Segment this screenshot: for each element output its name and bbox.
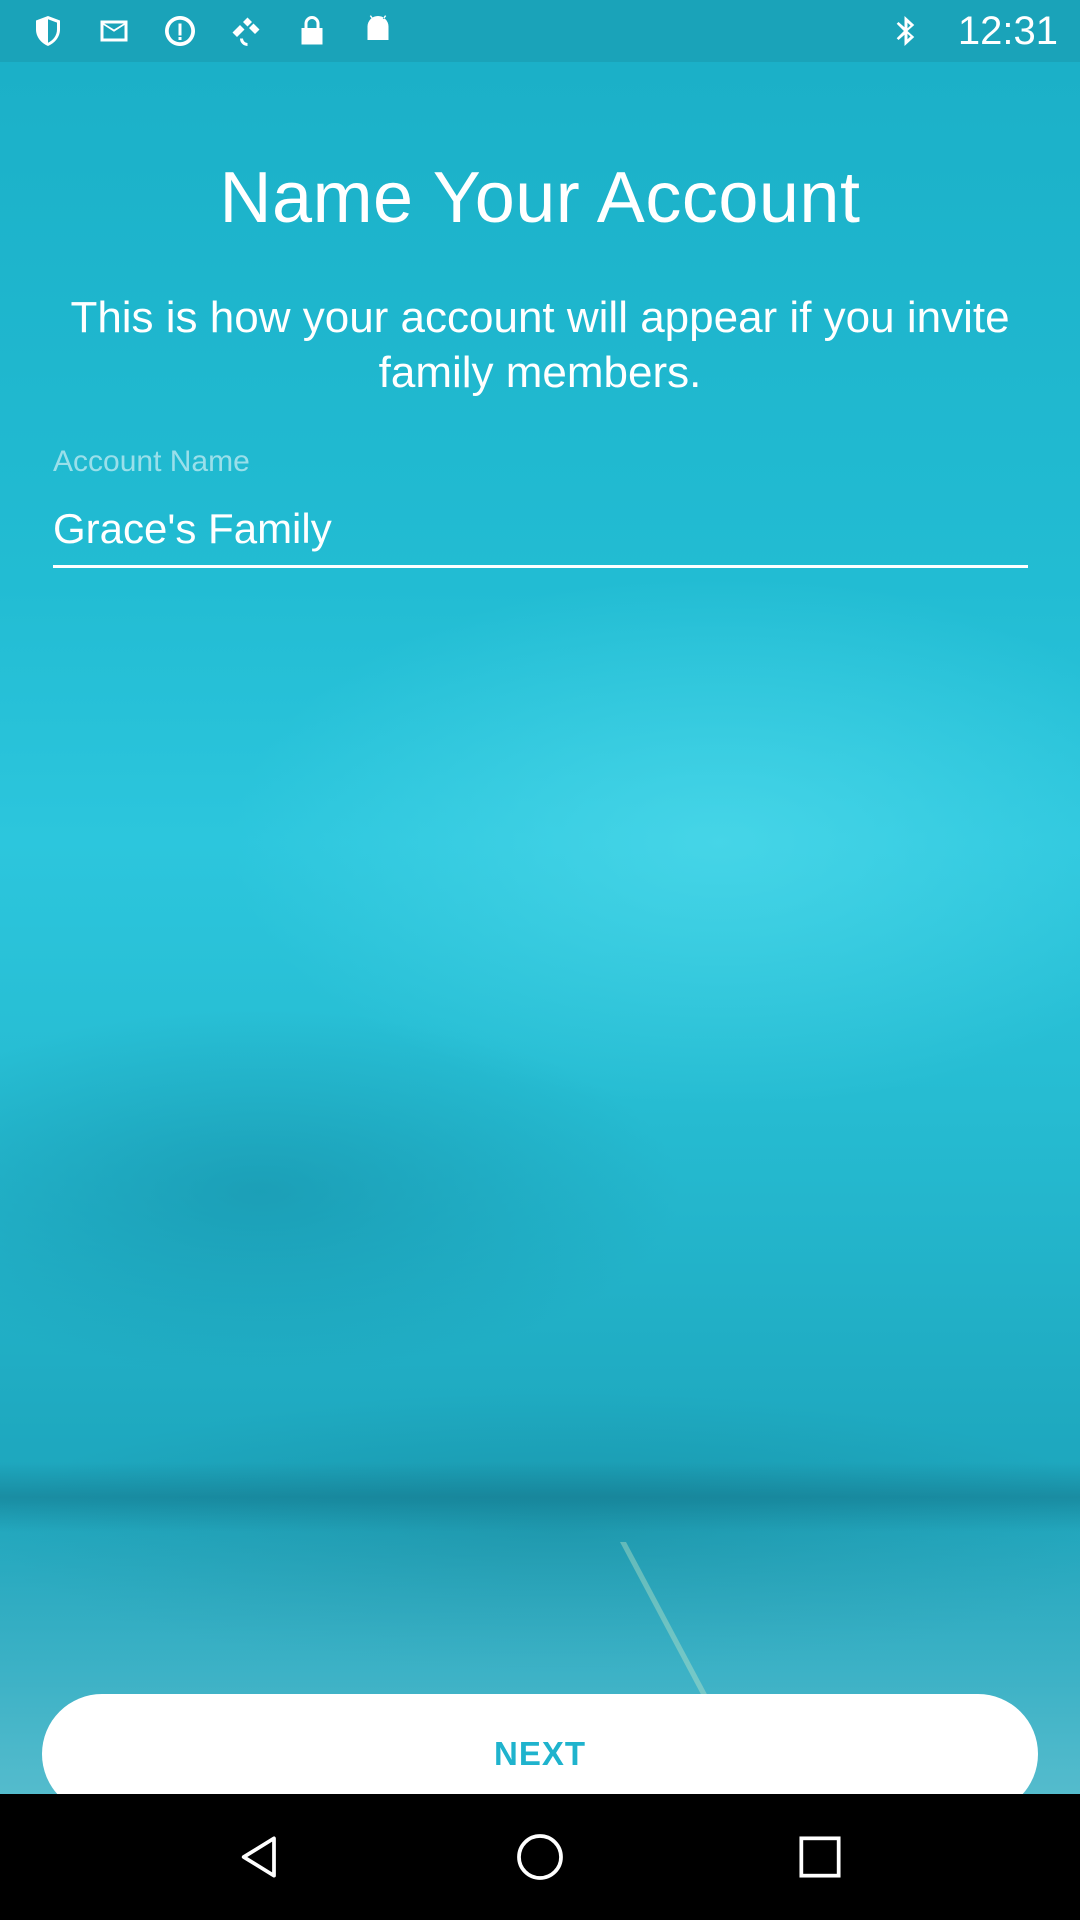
screen: 12:31 Name Your Account This is how your… (0, 0, 1080, 1920)
main-content: Name Your Account This is how your accou… (0, 62, 1080, 1794)
status-bar: 12:31 (0, 0, 1080, 62)
data-saver-icon (160, 11, 200, 51)
status-icons-right: 12:31 (886, 9, 1058, 54)
next-button[interactable]: NEXT (42, 1694, 1038, 1794)
navigation-bar (0, 1794, 1080, 1920)
mail-icon (94, 11, 134, 51)
account-name-input[interactable] (53, 502, 1028, 568)
android-icon (358, 11, 398, 51)
fake-gps-icon (226, 11, 266, 51)
shield-icon (28, 11, 68, 51)
status-time: 12:31 (957, 8, 1058, 53)
recents-icon[interactable] (785, 1822, 855, 1892)
back-icon[interactable] (225, 1822, 295, 1892)
lock-icon (292, 11, 332, 51)
status-icons-left (28, 11, 398, 51)
page-title: Name Your Account (219, 158, 861, 238)
page-subtitle: This is how your account will appear if … (70, 293, 1010, 397)
home-icon[interactable] (505, 1822, 575, 1892)
bluetooth-icon (886, 11, 926, 51)
account-name-label: Account Name (53, 445, 250, 478)
